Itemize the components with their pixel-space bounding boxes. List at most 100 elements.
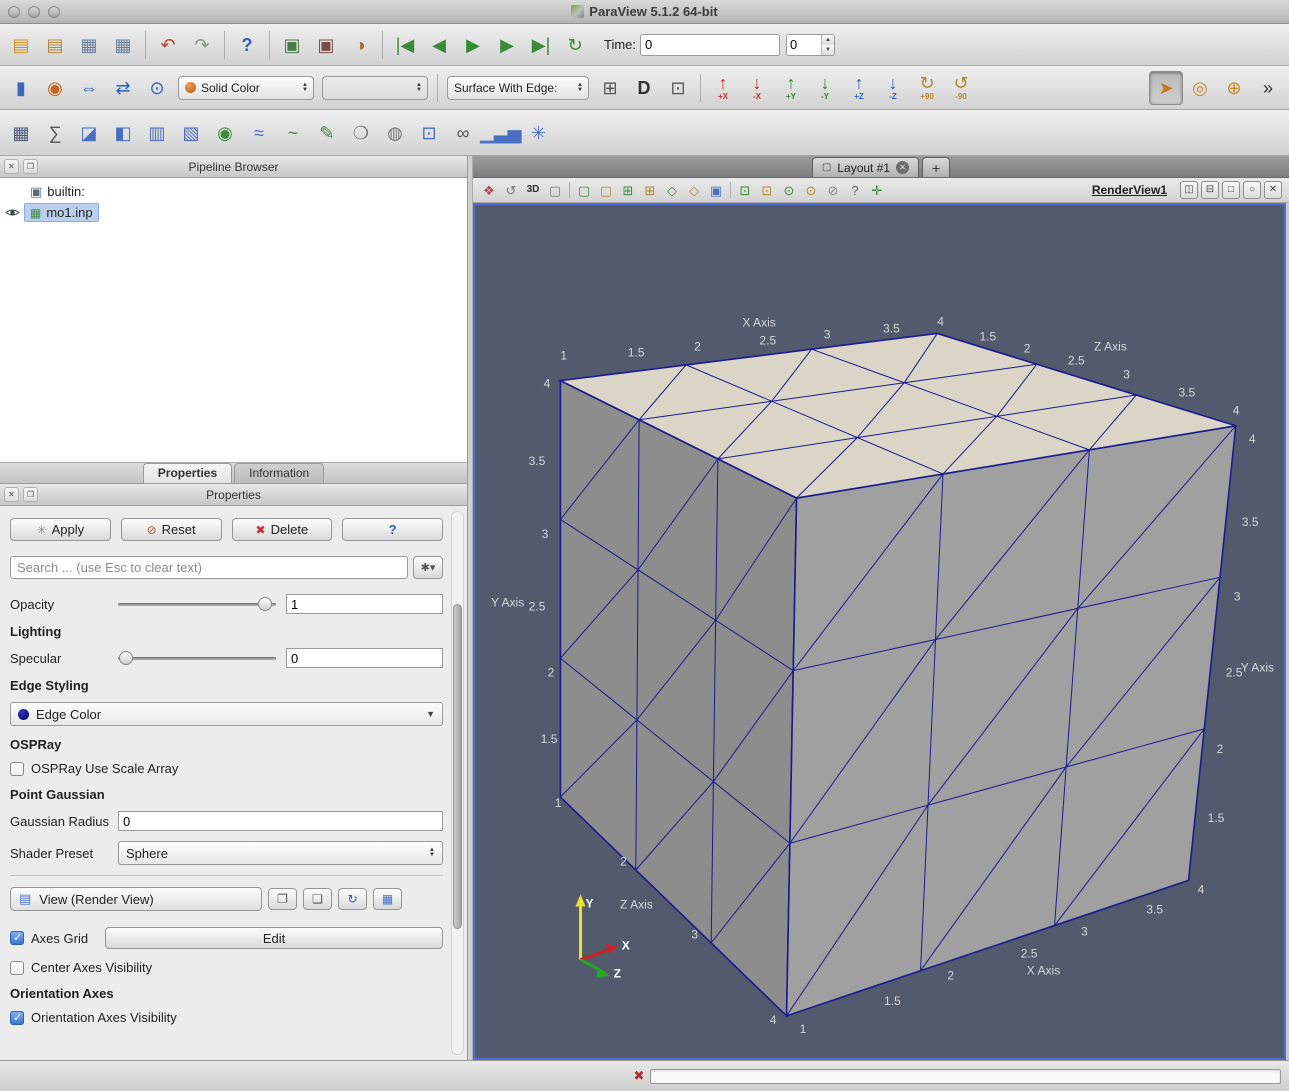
view-minus-y-icon[interactable]: ↓-Y (808, 71, 842, 105)
data-axes-grid-icon[interactable]: D (627, 71, 661, 105)
hover-points-icon[interactable]: ⊙ (800, 180, 822, 201)
zoom-window-button[interactable] (48, 6, 60, 18)
select-frustum-points-icon[interactable]: ⊞ (639, 180, 661, 201)
contour-filter-icon[interactable]: ~ (276, 116, 310, 150)
last-frame-icon[interactable]: ▶| (524, 28, 558, 62)
extract-subset-icon[interactable]: ▧ (174, 116, 208, 150)
rescale-to-visible-range-icon[interactable]: ⊙ (140, 71, 174, 105)
slice-filter-icon[interactable]: ◧ (106, 116, 140, 150)
previous-frame-icon[interactable]: ◀ (422, 28, 456, 62)
center-axes-visibility-checkbox[interactable] (10, 961, 24, 975)
capture-screenshot-icon[interactable]: ▣ (309, 28, 343, 62)
selection-help-icon[interactable]: ? (844, 180, 866, 201)
help-icon[interactable]: ? (230, 28, 264, 62)
search-input[interactable] (10, 556, 408, 579)
interaction-mode-icon[interactable]: ➤ (1149, 71, 1183, 105)
render-view[interactable]: 11.522.533.541.522.533.5443.532.521.5143… (473, 203, 1286, 1060)
abort-progress-icon[interactable]: ✖ (628, 1068, 650, 1084)
specular-slider[interactable] (118, 650, 276, 666)
reset-center-icon[interactable]: ⊕ (1217, 71, 1251, 105)
view-minus-x-icon[interactable]: ↓-X (740, 71, 774, 105)
opacity-slider[interactable] (118, 596, 276, 612)
select-frustum-cells-icon[interactable]: ⊞ (617, 180, 639, 201)
hover-cells-icon[interactable]: ⊙ (778, 180, 800, 201)
play-icon[interactable]: ▶ (456, 28, 490, 62)
orientation-axes-visibility-checkbox[interactable] (10, 1011, 24, 1025)
split-horizontal-icon[interactable]: ◫ (1180, 181, 1198, 199)
properties-scrollbar[interactable] (451, 511, 464, 1055)
specular-slider-handle[interactable] (119, 651, 133, 665)
rotate-90-cw-icon[interactable]: ↻+90 (910, 71, 944, 105)
ospray-use-scale-array-checkbox[interactable] (10, 762, 24, 776)
copy-view-settings-icon[interactable]: ❐ (268, 888, 297, 910)
close-panel-icon[interactable]: ✕ (4, 159, 19, 174)
interactive-select-cells-icon[interactable]: ⊡ (734, 180, 756, 201)
tab-information[interactable]: Information (234, 463, 324, 483)
edge-color-dropdown[interactable]: Edge Color ▼ (10, 702, 443, 726)
save-data-icon[interactable]: ▦ (72, 28, 106, 62)
extract-group-icon[interactable]: ◍ (378, 116, 412, 150)
close-panel-icon[interactable]: ✕ (4, 487, 19, 502)
close-view-icon[interactable]: ✕ (1264, 181, 1282, 199)
shader-preset-dropdown[interactable]: Sphere ▲▼ (118, 841, 443, 865)
reload-view-icon[interactable]: ↻ (338, 888, 367, 910)
tab-properties[interactable]: Properties (143, 463, 232, 483)
group-datasets-icon[interactable]: ❍ (344, 116, 378, 150)
opacity-input[interactable] (286, 594, 443, 614)
threshold-filter-icon[interactable]: ▥ (140, 116, 174, 150)
edit-camera-icon[interactable]: ❖ (478, 180, 500, 201)
toolbar-overflow-icon[interactable]: » (1251, 71, 1285, 105)
pipeline-item-builtin[interactable]: ▣ builtin: (0, 181, 467, 202)
edit-source-icon[interactable]: ✎ (310, 116, 344, 150)
load-state-icon[interactable]: ▤ (38, 28, 72, 62)
opacity-slider-handle[interactable] (258, 597, 272, 611)
view-plus-z-icon[interactable]: ↑+Z (842, 71, 876, 105)
rescale-to-data-range-icon[interactable]: ⇔ (72, 71, 106, 105)
probe-location-icon[interactable]: ✳ (522, 116, 556, 150)
reset-button[interactable]: ⊘ Reset (121, 518, 222, 541)
adjust-view-icon[interactable]: ▢ (544, 180, 566, 201)
delete-button[interactable]: ✖ Delete (232, 518, 333, 541)
undo-icon[interactable]: ↶ (151, 28, 185, 62)
select-polygon-cells-icon[interactable]: ◇ (661, 180, 683, 201)
gaussian-radius-input[interactable] (118, 811, 443, 831)
add-layout-tab[interactable]: + (922, 157, 950, 177)
show-center-axes-icon[interactable]: ⊞ (593, 71, 627, 105)
select-points-rectangle-icon[interactable]: ▢ (595, 180, 617, 201)
maximize-view-icon[interactable]: □ (1222, 181, 1240, 199)
close-window-button[interactable] (8, 6, 20, 18)
search-options-gear-icon[interactable]: ✱▾ (413, 556, 443, 579)
select-cells-rectangle-icon[interactable]: ▢ (573, 180, 595, 201)
view-plus-y-icon[interactable]: ↑+Y (774, 71, 808, 105)
axes-grid-checkbox[interactable] (10, 931, 24, 945)
frame-spinner-arrows[interactable]: ▲▼ (821, 35, 834, 55)
rescale-to-custom-range-icon[interactable]: ⇄ (106, 71, 140, 105)
center-rotation-icon[interactable]: ◎ (1183, 71, 1217, 105)
apply-button[interactable]: ✳ Apply (10, 518, 111, 541)
save-defaults-icon[interactable]: ▦ (373, 888, 402, 910)
first-frame-icon[interactable]: |◀ (388, 28, 422, 62)
color-by-dropdown[interactable]: Solid Color ▲▼ (178, 76, 314, 100)
view-minus-z-icon[interactable]: ↓-Z (876, 71, 910, 105)
component-dropdown[interactable]: ▲▼ (322, 76, 428, 100)
select-polygon-points-icon[interactable]: ◇ (683, 180, 705, 201)
view-plus-x-icon[interactable]: ↑+X (706, 71, 740, 105)
visibility-eye-icon[interactable] (5, 207, 20, 218)
layout-tab-1[interactable]: ▢ Layout #1 ✕ (812, 157, 919, 177)
loop-icon[interactable]: ↻ (558, 28, 592, 62)
frame-input[interactable] (787, 35, 821, 55)
undock-panel-icon[interactable]: ❐ (23, 159, 38, 174)
color-legend-toggle-icon[interactable]: ▮ (4, 71, 38, 105)
glyph-filter-icon[interactable]: ◉ (208, 116, 242, 150)
link-camera-icon[interactable]: ∞ (446, 116, 480, 150)
close-layout-icon[interactable]: ✕ (896, 161, 909, 174)
open-file-icon[interactable]: ▤ (4, 28, 38, 62)
view-section-button[interactable]: ▤ View (Render View) (10, 887, 262, 911)
spreadsheet-view-icon[interactable]: ▦ (4, 116, 38, 150)
clear-selection-icon[interactable]: ⊘ (822, 180, 844, 201)
next-frame-icon[interactable]: ▶ (490, 28, 524, 62)
time-input[interactable] (640, 34, 780, 56)
split-vertical-icon[interactable]: ⊟ (1201, 181, 1219, 199)
stream-tracer-icon[interactable]: ≈ (242, 116, 276, 150)
redo-icon[interactable]: ↷ (185, 28, 219, 62)
